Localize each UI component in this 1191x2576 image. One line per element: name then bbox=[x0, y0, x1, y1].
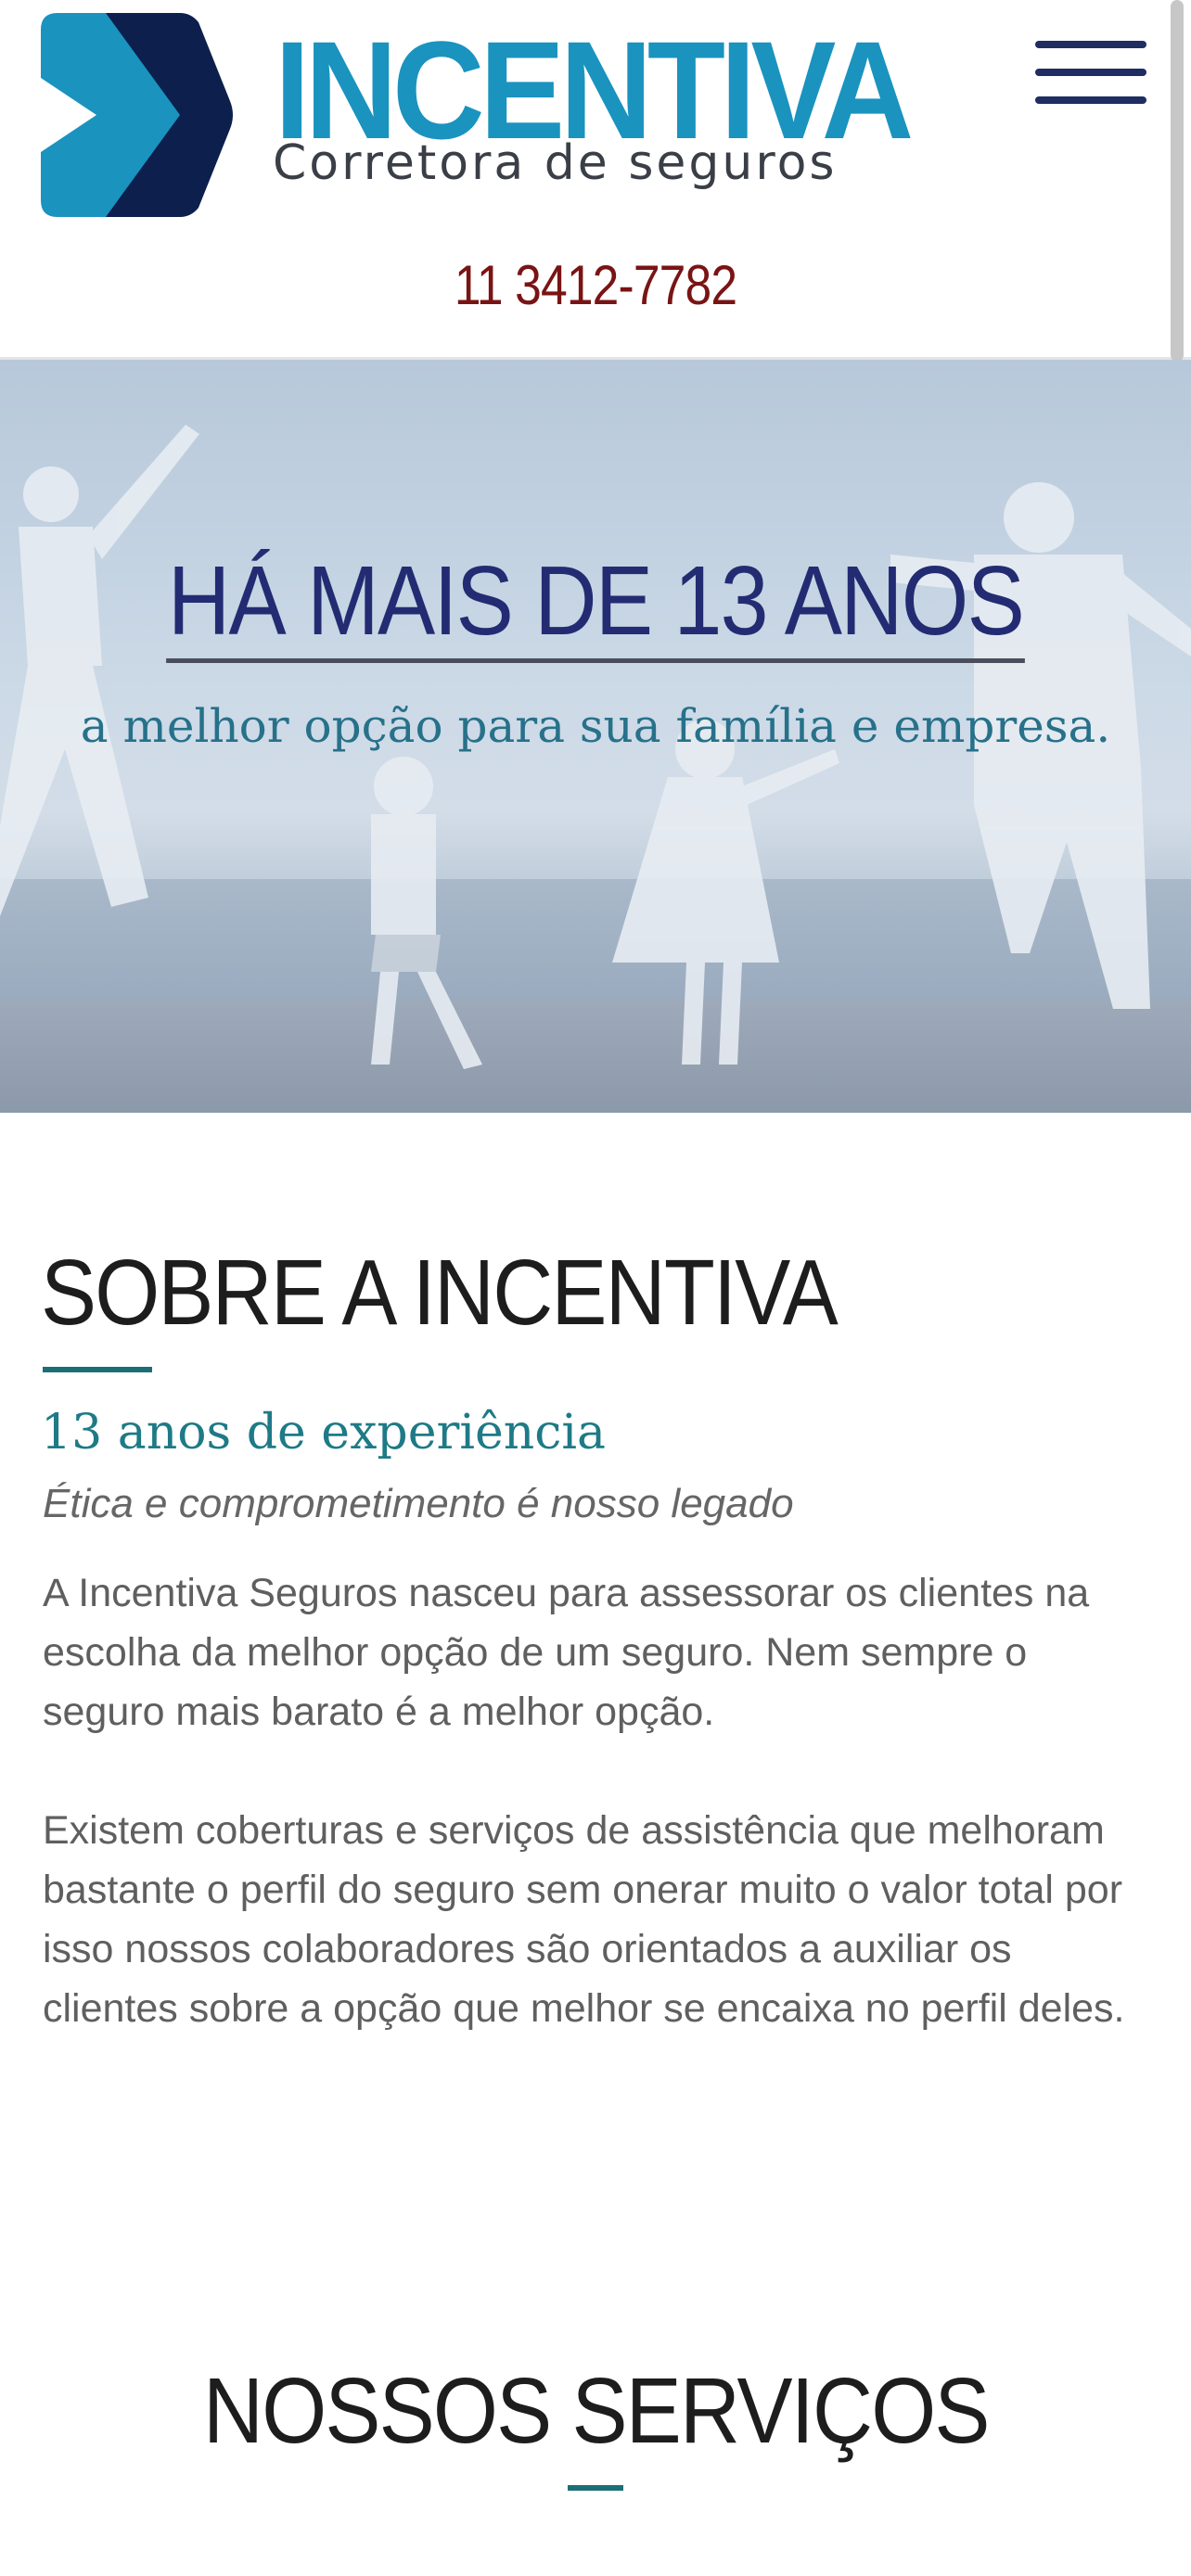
about-paragraph-1: A Incentiva Seguros nasceu para assessor… bbox=[43, 1571, 1090, 1734]
menu-bar bbox=[1035, 41, 1146, 48]
site-header: INCENTIVA Corretora de seguros 11 3412-7… bbox=[0, 0, 1191, 362]
menu-bar bbox=[1035, 69, 1146, 76]
about-title: SOBRE A INCENTIVA bbox=[41, 1241, 839, 1345]
phone-number-link[interactable]: 11 3412-7782 bbox=[83, 249, 1108, 323]
hero-subtitle: a melhor opção para sua família e empres… bbox=[80, 699, 1111, 753]
hamburger-menu-icon[interactable] bbox=[1035, 37, 1150, 111]
about-paragraph-2: Existem coberturas e serviços de assistê… bbox=[43, 1808, 1125, 2031]
about-tagline: Ética e comprometimento é nosso legado bbox=[43, 1481, 794, 1526]
brand-logo[interactable]: INCENTIVA Corretora de seguros bbox=[41, 13, 914, 217]
about-subtitle: 13 anos de experiência bbox=[41, 1405, 606, 1460]
menu-bar bbox=[1035, 96, 1146, 104]
hero-title: HÁ MAIS DE 13 ANOS bbox=[0, 545, 1191, 663]
about-divider bbox=[43, 1367, 152, 1372]
brand-tagline: Corretora de seguros bbox=[273, 135, 838, 191]
scrollbar[interactable] bbox=[1171, 0, 1184, 362]
logo-chevron-icon bbox=[41, 13, 233, 217]
services-divider bbox=[568, 2485, 623, 2491]
hero-banner: HÁ MAIS DE 13 ANOS a melhor opção para s… bbox=[0, 360, 1191, 1113]
services-title: NOSSOS SERVIÇOS bbox=[202, 2359, 990, 2463]
